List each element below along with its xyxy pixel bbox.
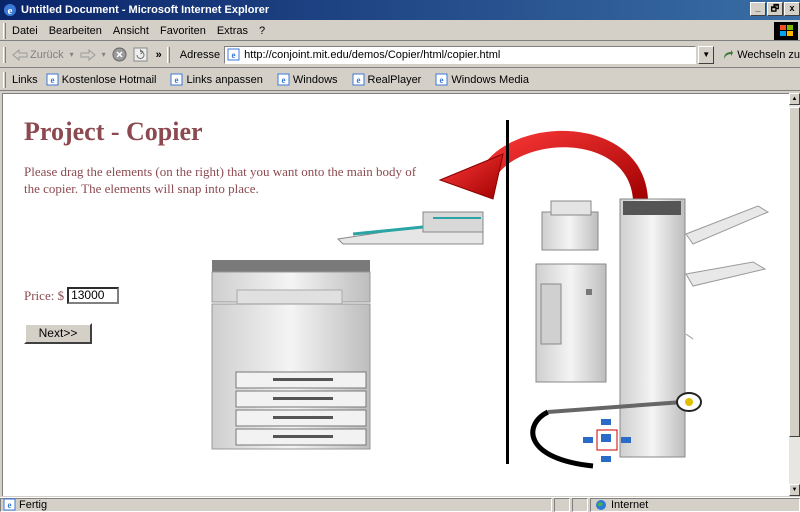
links-bar: Links e Kostenlose Hotmail e Links anpas… bbox=[0, 69, 800, 91]
minimize-button[interactable]: _ bbox=[750, 2, 766, 16]
page-icon: e bbox=[170, 73, 183, 86]
copier-artwork bbox=[211, 130, 770, 469]
links-label[interactable]: Links bbox=[12, 74, 38, 86]
zone-label: Internet bbox=[611, 498, 649, 511]
price-field[interactable]: 13000 bbox=[67, 287, 120, 304]
toolbar-grip[interactable] bbox=[3, 46, 6, 63]
main-copier-body[interactable] bbox=[211, 260, 371, 450]
status-bar: e Fertig Internet bbox=[0, 497, 800, 512]
menu-help[interactable]: ? bbox=[259, 25, 265, 37]
link-label: Windows bbox=[292, 73, 338, 86]
small-attachment[interactable] bbox=[541, 200, 599, 251]
status-panel: e Fertig bbox=[0, 497, 552, 512]
refresh-icon bbox=[133, 47, 148, 62]
svg-text:e: e bbox=[440, 75, 444, 85]
stop-button[interactable] bbox=[112, 47, 127, 62]
paper-feeder-unit[interactable] bbox=[535, 263, 607, 383]
svg-text:e: e bbox=[50, 75, 54, 85]
globe-icon bbox=[596, 499, 606, 510]
menu-grip[interactable] bbox=[3, 22, 6, 39]
price-label: Price: $ bbox=[24, 287, 65, 303]
address-grip[interactable] bbox=[166, 46, 170, 63]
links-grip[interactable] bbox=[3, 71, 6, 88]
link-label: Kostenlose Hotmail bbox=[61, 73, 157, 86]
go-button[interactable]: Wechseln zu bbox=[722, 49, 800, 61]
svg-text:e: e bbox=[281, 75, 285, 85]
scroll-up-button[interactable]: ▲ bbox=[789, 93, 800, 105]
menu-ansicht[interactable]: Ansicht bbox=[113, 25, 149, 37]
status-cell-1 bbox=[554, 497, 570, 512]
menu-favoriten[interactable]: Favoriten bbox=[160, 25, 206, 37]
refresh-button[interactable] bbox=[133, 47, 148, 62]
document-feeder[interactable] bbox=[336, 211, 484, 245]
section-divider bbox=[506, 120, 509, 464]
window-title-bar[interactable]: e Untitled Document - Microsoft Internet… bbox=[0, 0, 800, 20]
ie-icon: e bbox=[4, 4, 16, 17]
page-icon: e bbox=[46, 73, 59, 86]
address-url: http://conjoint.mit.edu/demos/Copier/htm… bbox=[244, 48, 501, 61]
svg-text:e: e bbox=[175, 75, 179, 85]
menu-datei[interactable]: Datei bbox=[12, 25, 38, 37]
status-cell-2 bbox=[572, 497, 588, 512]
status-text: Fertig bbox=[19, 498, 48, 511]
page-title: Project - Copier bbox=[24, 117, 203, 146]
finisher-unit[interactable] bbox=[619, 198, 770, 458]
svg-text:e: e bbox=[8, 500, 12, 510]
svg-text:e: e bbox=[356, 75, 360, 85]
next-button[interactable]: Next>> bbox=[24, 323, 92, 344]
forward-arrow-icon bbox=[80, 48, 96, 61]
page-icon: e bbox=[227, 48, 240, 61]
window-title: Untitled Document - Microsoft Internet E… bbox=[21, 4, 270, 16]
address-label: Adresse bbox=[179, 48, 221, 61]
go-label: Wechseln zu bbox=[737, 48, 800, 61]
page-icon: e bbox=[435, 73, 448, 86]
back-arrow-icon bbox=[12, 48, 28, 61]
menu-bar: Datei Bearbeiten Ansicht Favoriten Extra… bbox=[0, 21, 800, 41]
menu-extras[interactable]: Extras bbox=[217, 25, 248, 37]
menu-bearbeiten[interactable]: Bearbeiten bbox=[49, 25, 102, 37]
svg-text:e: e bbox=[232, 50, 236, 60]
vertical-scrollbar[interactable]: ▲ ▼ bbox=[789, 93, 800, 496]
back-button[interactable]: Zurück ▾ bbox=[12, 48, 74, 61]
windows-logo-icon bbox=[774, 22, 798, 40]
link-label: Links anpassen bbox=[186, 73, 263, 86]
link-windows-media[interactable]: e Windows Media bbox=[435, 73, 529, 86]
maximize-button[interactable]: 🗗 bbox=[767, 2, 783, 16]
navigation-toolbar: Zurück ▾ ▾ » Adresse e http://conjoint.m… bbox=[0, 42, 800, 68]
go-arrow-icon bbox=[724, 49, 734, 59]
address-dropdown-button[interactable]: ▼ bbox=[698, 45, 715, 64]
security-zone[interactable]: Internet bbox=[590, 497, 800, 512]
page-content: Project - Copier Please drag the element… bbox=[2, 93, 789, 496]
link-label: RealPlayer bbox=[367, 73, 422, 86]
address-field[interactable]: e http://conjoint.mit.edu/demos/Copier/h… bbox=[224, 45, 697, 64]
scroll-down-button[interactable]: ▼ bbox=[789, 484, 800, 496]
forward-button[interactable]: ▾ bbox=[80, 48, 106, 61]
page-icon: e bbox=[352, 73, 365, 86]
page-icon: e bbox=[3, 498, 16, 511]
drag-arrow bbox=[438, 130, 648, 200]
link-hotmail[interactable]: e Kostenlose Hotmail bbox=[46, 73, 157, 86]
link-realplayer[interactable]: e RealPlayer bbox=[352, 73, 422, 86]
scroll-thumb[interactable] bbox=[789, 107, 800, 437]
price-row: Price: $ 13000 bbox=[24, 287, 120, 304]
link-label: Windows Media bbox=[451, 73, 529, 86]
instructions-text: Please drag the elements (on the right) … bbox=[24, 164, 417, 196]
stop-icon bbox=[112, 47, 127, 62]
svg-text:e: e bbox=[8, 5, 13, 17]
link-windows[interactable]: e Windows bbox=[277, 73, 338, 86]
close-button[interactable]: x bbox=[784, 2, 800, 16]
page-icon: e bbox=[277, 73, 290, 86]
back-label: Zurück bbox=[30, 48, 64, 61]
link-customize[interactable]: e Links anpassen bbox=[170, 73, 263, 86]
